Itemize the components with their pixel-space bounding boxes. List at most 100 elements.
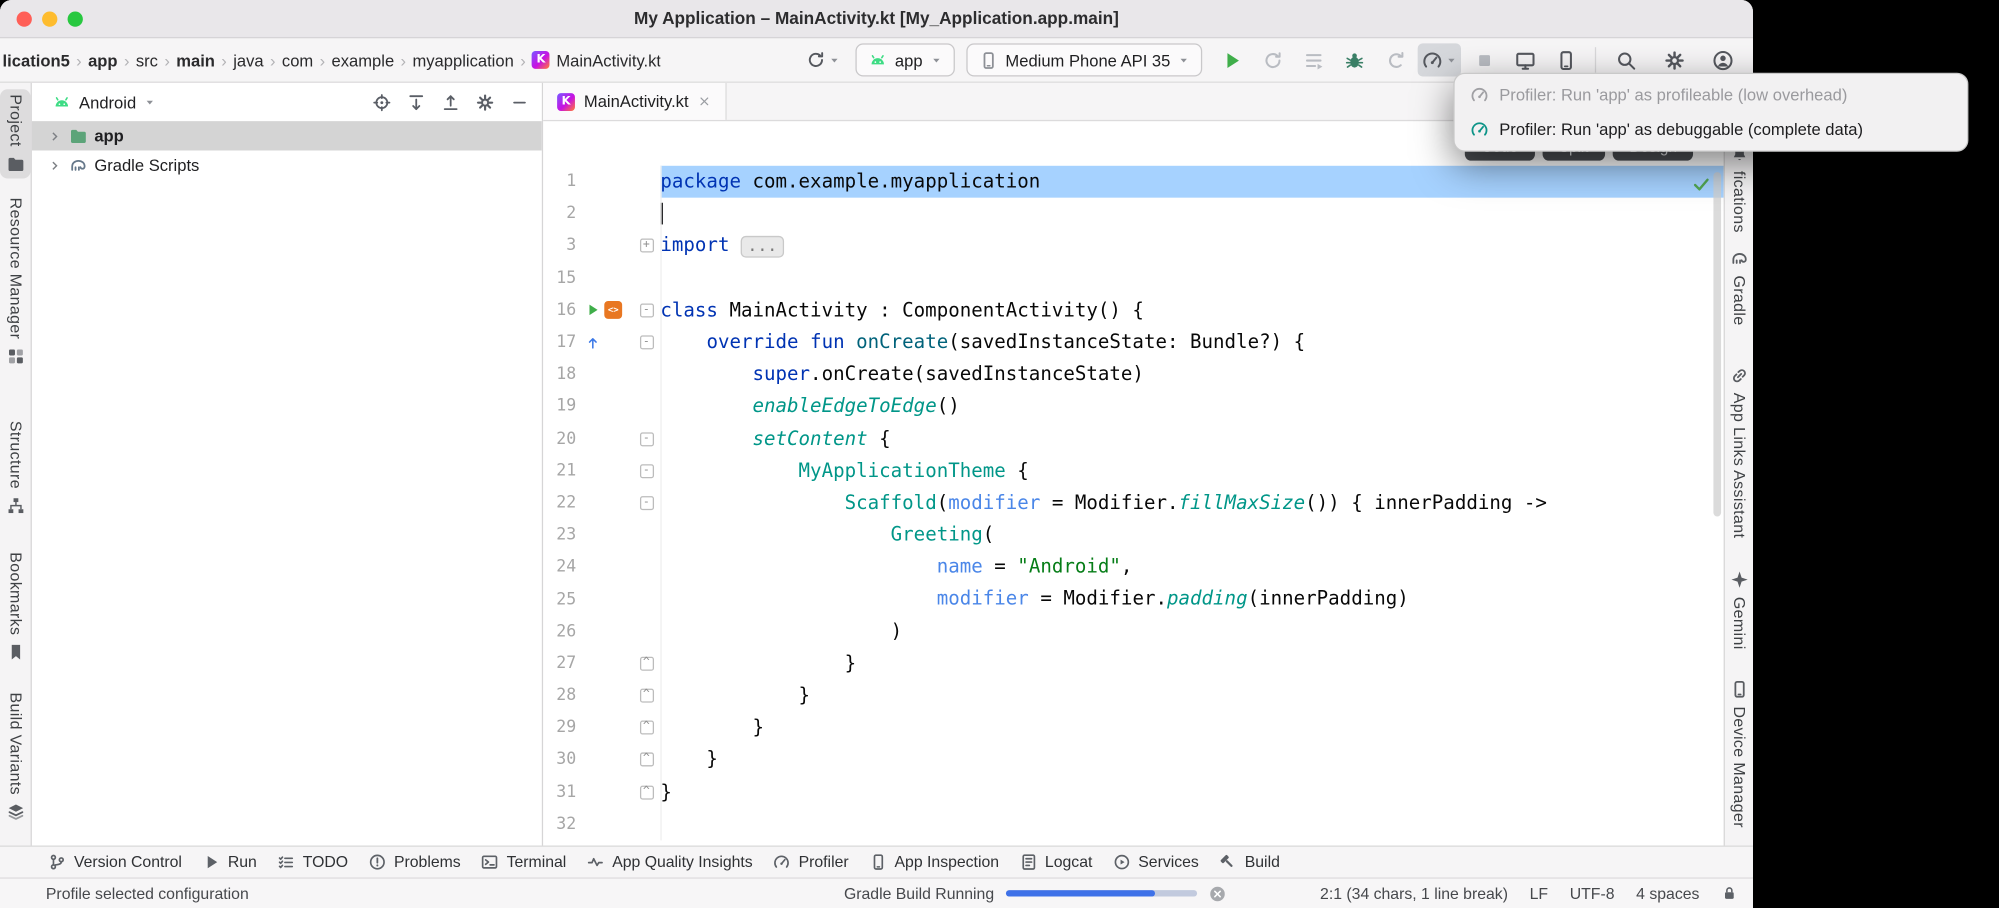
- tool-stripe-build-variants[interactable]: Build Variants: [0, 692, 31, 821]
- inspections-ok-icon[interactable]: [1692, 175, 1711, 194]
- close-window-button[interactable]: [17, 11, 32, 26]
- device-mirroring-button[interactable]: [1507, 43, 1543, 76]
- code-line[interactable]: 26 ): [543, 615, 1724, 647]
- profiler-menu-item-1[interactable]: Profiler: Run 'app' as profileable (low …: [1455, 78, 1967, 112]
- zoom-window-button[interactable]: [68, 11, 83, 26]
- line-number[interactable]: 3: [543, 237, 576, 256]
- settings-button[interactable]: [1656, 43, 1692, 76]
- minimize-window-button[interactable]: [42, 11, 57, 26]
- line-number[interactable]: 16: [543, 301, 576, 320]
- line-number[interactable]: 31: [543, 783, 576, 802]
- run-button[interactable]: [1214, 43, 1250, 76]
- running-devices-button[interactable]: [1548, 43, 1584, 76]
- line-number[interactable]: 26: [543, 622, 576, 641]
- code-line[interactable]: 23 Greeting(: [543, 519, 1724, 551]
- run-line-icon[interactable]: [585, 303, 600, 318]
- code-line[interactable]: 15: [543, 262, 1724, 294]
- fold-marker[interactable]: -: [639, 464, 653, 478]
- code-line[interactable]: 3+import ...: [543, 230, 1724, 262]
- encoding-widget[interactable]: UTF-8: [1570, 884, 1615, 902]
- project-view-select[interactable]: Android: [52, 92, 155, 111]
- line-number[interactable]: 30: [543, 750, 576, 769]
- device-select[interactable]: Medium Phone API 35: [966, 43, 1202, 76]
- line-number[interactable]: 18: [543, 365, 576, 384]
- profiler-menu-item-2[interactable]: Profiler: Run 'app' as debuggable (compl…: [1455, 112, 1967, 146]
- code-line[interactable]: 30^ }: [543, 744, 1724, 776]
- chevron-right-icon[interactable]: [47, 128, 62, 143]
- code-line[interactable]: 20- setContent {: [543, 423, 1724, 455]
- breadcrumb-item-mainactivity-kt[interactable]: MainActivity.kt: [532, 50, 661, 69]
- expand-all-button[interactable]: [407, 92, 426, 111]
- breadcrumb-item-myapplication[interactable]: myapplication: [412, 50, 513, 69]
- compose-preview-icon[interactable]: [604, 301, 622, 319]
- line-number[interactable]: 27: [543, 654, 576, 673]
- code-line[interactable]: 31^}: [543, 776, 1724, 808]
- close-tab-icon[interactable]: [697, 94, 711, 108]
- collapse-all-button[interactable]: [441, 92, 460, 111]
- tool-stripe-device-manager[interactable]: Device Manager: [1725, 680, 1753, 828]
- project-tree[interactable]: appGradle Scripts: [32, 121, 542, 845]
- overrides-icon[interactable]: [585, 335, 600, 350]
- code-line[interactable]: 32: [543, 808, 1724, 840]
- profiler-button[interactable]: [1418, 43, 1461, 76]
- search-everywhere-button[interactable]: [1608, 43, 1644, 76]
- line-number[interactable]: 21: [543, 461, 576, 480]
- breadcrumb-item-example[interactable]: example: [332, 50, 395, 69]
- editor-scrollbar[interactable]: [1713, 172, 1721, 516]
- tree-item-app[interactable]: app: [32, 121, 542, 150]
- breadcrumb-item-app[interactable]: app: [88, 50, 117, 69]
- tool-window-app-quality-insights[interactable]: App Quality Insights: [587, 853, 753, 871]
- line-number[interactable]: 32: [543, 815, 576, 834]
- line-number[interactable]: 28: [543, 686, 576, 705]
- code-line[interactable]: 21- MyApplicationTheme {: [543, 455, 1724, 487]
- code-line[interactable]: 2: [543, 198, 1724, 230]
- run-configuration-select[interactable]: app: [855, 43, 954, 76]
- apply-code-changes-button[interactable]: [1377, 43, 1413, 76]
- code-line[interactable]: 22- Scaffold(modifier = Modifier.fillMax…: [543, 487, 1724, 519]
- fold-marker[interactable]: -: [639, 335, 653, 349]
- tool-stripe-fications[interactable]: fications: [1725, 144, 1753, 233]
- line-number[interactable]: 2: [543, 204, 576, 223]
- tool-stripe-resource-manager[interactable]: Resource Manager: [0, 198, 31, 366]
- code-line[interactable]: 19 enableEdgeToEdge(): [543, 391, 1724, 423]
- fold-marker[interactable]: -: [639, 303, 653, 317]
- tab-mainactivity[interactable]: MainActivity.kt: [543, 83, 727, 120]
- breadcrumb-item-lication5[interactable]: lication5: [3, 50, 70, 69]
- panel-options-button[interactable]: [476, 92, 495, 111]
- tool-window-run[interactable]: Run: [202, 853, 256, 871]
- tool-stripe-app-links-assistant[interactable]: App Links Assistant: [1725, 366, 1753, 538]
- tool-window-terminal[interactable]: Terminal: [481, 853, 566, 871]
- code-line[interactable]: 25 modifier = Modifier.padding(innerPadd…: [543, 583, 1724, 615]
- tool-window-app-inspection[interactable]: App Inspection: [869, 853, 999, 871]
- fold-marker[interactable]: -: [639, 432, 653, 446]
- fold-marker[interactable]: -: [639, 496, 653, 510]
- cancel-build-icon[interactable]: [1208, 884, 1226, 902]
- code-line[interactable]: 27^ }: [543, 648, 1724, 680]
- code-line[interactable]: 29^ }: [543, 712, 1724, 744]
- run-menu-button[interactable]: [1295, 43, 1331, 76]
- code-editor[interactable]: 1package com.example.myapplication23+imp…: [543, 166, 1724, 841]
- profile-button[interactable]: [1705, 43, 1741, 76]
- line-number[interactable]: 19: [543, 397, 576, 416]
- breadcrumb-item-main[interactable]: main: [176, 50, 215, 69]
- tool-window-version-control[interactable]: Version Control: [48, 853, 182, 871]
- tool-window-services[interactable]: Services: [1113, 853, 1199, 871]
- tool-window-problems[interactable]: Problems: [368, 853, 460, 871]
- chevron-right-icon[interactable]: [47, 157, 62, 172]
- locate-file-button[interactable]: [372, 92, 391, 111]
- debug-button[interactable]: [1336, 43, 1372, 76]
- tool-stripe-gemini[interactable]: Gemini: [1725, 570, 1753, 650]
- line-number[interactable]: 17: [543, 333, 576, 352]
- line-number[interactable]: 20: [543, 429, 576, 448]
- fold-marker[interactable]: ^: [639, 785, 653, 799]
- tool-window-build[interactable]: Build: [1219, 853, 1280, 871]
- stop-button[interactable]: [1466, 43, 1502, 76]
- line-number[interactable]: 24: [543, 558, 576, 577]
- tool-stripe-structure[interactable]: Structure: [0, 421, 31, 516]
- line-number[interactable]: 1: [543, 172, 576, 191]
- apply-changes-button[interactable]: [1254, 43, 1290, 76]
- tool-stripe-bookmarks[interactable]: Bookmarks: [0, 552, 31, 662]
- breadcrumb-item-java[interactable]: java: [233, 50, 263, 69]
- code-line[interactable]: 17- override fun onCreate(savedInstanceS…: [543, 326, 1724, 358]
- breadcrumb-item-com[interactable]: com: [282, 50, 313, 69]
